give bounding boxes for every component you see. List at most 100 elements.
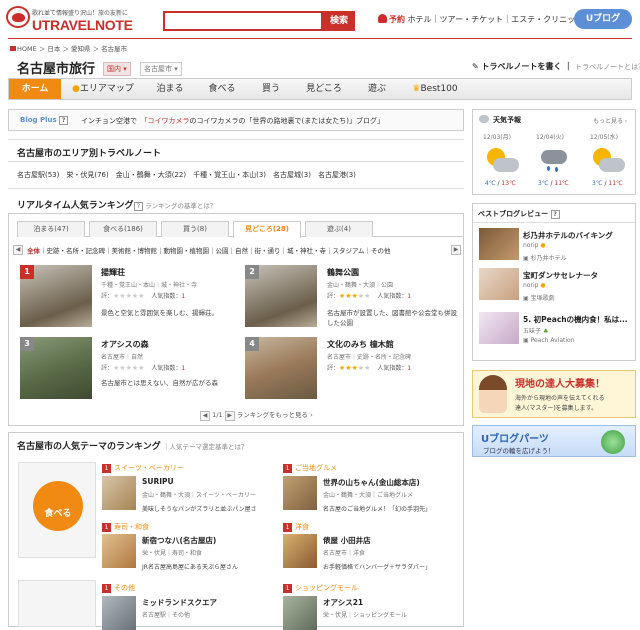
ranking-item-name[interactable]: 鶴舞公園 bbox=[327, 267, 359, 278]
page-prev-icon[interactable]: ◀ bbox=[200, 411, 210, 421]
search-button[interactable]: 検索 bbox=[323, 11, 355, 31]
area-link[interactable]: 千種・覚王山・本山(3) bbox=[193, 171, 266, 179]
breadcrumb-home[interactable]: HOME bbox=[17, 45, 37, 53]
help-icon[interactable]: ? bbox=[59, 116, 69, 125]
theme-category[interactable]: 1 ご当地グルメ bbox=[283, 463, 337, 473]
header-divider bbox=[8, 38, 632, 39]
area-link[interactable]: 名古屋港(3) bbox=[318, 171, 356, 179]
blog-plus-text[interactable]: インチョン空港で 「コイワカメラのコイワカメラの「世界の路地裏で(または女たち)… bbox=[81, 116, 384, 126]
subcat-item[interactable]: 自然 bbox=[235, 247, 248, 255]
subcat-item[interactable]: その他 bbox=[371, 247, 391, 255]
tab-play[interactable]: 遊ぶ(4) bbox=[305, 221, 373, 237]
blog-title[interactable]: 宝町ダンサセレナータ bbox=[523, 270, 598, 281]
nav-home[interactable]: ホーム bbox=[9, 79, 61, 99]
tab-sights[interactable]: 見どころ(28) bbox=[233, 221, 301, 238]
subcat-item[interactable]: 城・神社・寺 bbox=[287, 247, 326, 255]
area-link[interactable]: 名古屋駅(53) bbox=[17, 171, 59, 179]
page-next-icon[interactable]: ▶ bbox=[224, 411, 235, 421]
subcat-item[interactable]: 動物園・植物園 bbox=[164, 247, 210, 255]
blog-photo[interactable] bbox=[479, 228, 519, 260]
nav-stay[interactable]: 泊まる bbox=[149, 79, 191, 99]
domestic-tag[interactable]: 国内 ▾ bbox=[103, 62, 131, 76]
blog-user[interactable]: 五味子 ♣ bbox=[523, 326, 548, 335]
theme-photo[interactable] bbox=[283, 596, 317, 630]
nav-buy[interactable]: 買う bbox=[253, 79, 289, 99]
blog-source[interactable]: ▣ Peach Aviation bbox=[523, 337, 575, 344]
pin-icon: ● bbox=[72, 84, 80, 94]
tab-eat[interactable]: 食べる(186) bbox=[89, 221, 157, 237]
area-link[interactable]: 金山・鶴舞・大須(22) bbox=[116, 171, 186, 179]
help-icon[interactable]: ? bbox=[550, 210, 560, 219]
search-input[interactable] bbox=[163, 11, 323, 31]
blog-photo[interactable] bbox=[479, 312, 519, 344]
theme-category[interactable]: 1 スイーツ・ベーカリー bbox=[102, 463, 184, 473]
theme-item-name[interactable]: 俵屋 小田井店 bbox=[323, 535, 371, 546]
logo-text: UTRAVELNOTE bbox=[32, 17, 133, 33]
blog-user[interactable]: norip ● bbox=[523, 282, 546, 289]
subcat-item[interactable]: 公園 bbox=[216, 247, 229, 255]
write-note-help[interactable]: トラベルノートとは？ bbox=[575, 63, 640, 71]
blog-title[interactable]: 5. 初Peachの機内食！私は... bbox=[523, 314, 628, 325]
theme-photo[interactable] bbox=[102, 476, 136, 510]
blog-user[interactable]: norip ● bbox=[523, 242, 546, 249]
weather-more-link[interactable]: もっと見る › bbox=[593, 116, 627, 125]
nav-area-map[interactable]: ●エリアマップ bbox=[67, 79, 139, 99]
reserve-link[interactable]: 予約 bbox=[389, 15, 405, 24]
subcat-item[interactable]: スタジアム bbox=[333, 247, 365, 255]
subcat-item[interactable]: 史跡・名所・記念碑 bbox=[47, 247, 106, 255]
theme-category-card[interactable] bbox=[18, 580, 96, 627]
theme-photo[interactable] bbox=[283, 476, 317, 510]
theme-item-name[interactable]: SURIPU bbox=[142, 477, 174, 486]
breadcrumb: HOME ＞ 日本 ＞ 愛知県 ＞ 名古屋市 bbox=[10, 43, 127, 53]
este-link[interactable]: エステ・クリニック bbox=[511, 15, 583, 24]
area-link[interactable]: 名古屋城(3) bbox=[273, 171, 311, 179]
theme-criteria-link[interactable]: ｜人気テーマ選定基準とは？ bbox=[163, 441, 248, 451]
weather-date: 12/05(水) bbox=[590, 134, 618, 141]
ranking-item-name[interactable]: オアシスの森 bbox=[101, 339, 149, 350]
nav-sights[interactable]: 見どころ bbox=[299, 79, 349, 99]
hotel-link[interactable]: ホテル bbox=[408, 15, 432, 24]
ranking-item-name[interactable]: 揚輝荘 bbox=[101, 267, 125, 278]
blog-source[interactable]: ▣ 杉乃井ホテル bbox=[523, 253, 567, 262]
next-arrow-icon[interactable]: ▶ bbox=[451, 245, 461, 255]
site-logo[interactable]: 歌れ並て情報盛り沢山！旅の友新に UTRAVELNOTE bbox=[6, 4, 158, 34]
prev-arrow-icon[interactable]: ◀ bbox=[13, 245, 23, 255]
theme-category[interactable]: 1 寿司・和食 bbox=[102, 522, 149, 532]
theme-item-name[interactable]: ミッドランドスクエア bbox=[142, 597, 217, 608]
nav-play[interactable]: 遊ぶ bbox=[359, 79, 395, 99]
subcat-all[interactable]: 全体 bbox=[27, 247, 40, 255]
tour-link[interactable]: ツアー・チケット bbox=[440, 15, 504, 24]
ublog-parts-banner[interactable]: Uブログパーツ ブログの輪を広げよう！ bbox=[472, 425, 636, 457]
theme-category[interactable]: 1 洋食 bbox=[283, 522, 309, 532]
theme-photo[interactable] bbox=[102, 534, 136, 568]
theme-category[interactable]: 1 ショッピングモール bbox=[283, 583, 358, 593]
theme-photo[interactable] bbox=[283, 534, 317, 568]
more-ranking-link[interactable]: ランキングをもっと見る › bbox=[237, 411, 313, 419]
rank-badge: 1 bbox=[20, 265, 34, 279]
ranking-item-name[interactable]: 文化のみち 橦木館 bbox=[327, 339, 394, 350]
subcat-item[interactable]: 街・通り bbox=[255, 247, 281, 255]
blog-photo[interactable] bbox=[479, 268, 519, 300]
ublog-button[interactable]: Uブログ bbox=[574, 9, 632, 29]
theme-category-card[interactable]: 食べる bbox=[18, 462, 96, 558]
tab-stay[interactable]: 泊まる(47) bbox=[17, 221, 85, 237]
city-select[interactable]: 名古屋市 ▾ bbox=[140, 62, 182, 76]
area-link[interactable]: 栄・伏見(76) bbox=[66, 171, 108, 179]
breadcrumb-japan[interactable]: 日本 bbox=[47, 45, 60, 53]
nav-best100[interactable]: ♛Best100 bbox=[405, 79, 465, 99]
theme-category[interactable]: 1 その他 bbox=[102, 583, 135, 593]
theme-item-name[interactable]: 新宿つな八(名古屋店) bbox=[142, 535, 216, 546]
subcat-item[interactable]: 美術館・博物館 bbox=[112, 247, 158, 255]
ranking-criteria-link[interactable]: ? ランキングの基準とは？ bbox=[134, 200, 216, 211]
breadcrumb-aichi[interactable]: 愛知県 bbox=[71, 45, 91, 53]
blog-title[interactable]: 杉乃井ホテルのバイキング bbox=[523, 230, 613, 241]
write-note-link[interactable]: ✎ トラベルノートを書く ｜ トラベルノートとは？ bbox=[472, 61, 640, 72]
master-recruit-banner[interactable]: 現地の達人大募集！ 海外から現地の声を伝えてくれる 達人(マスター)を募集します… bbox=[472, 370, 636, 418]
theme-item-name[interactable]: 世界の山ちゃん(金山総本店) bbox=[323, 477, 420, 488]
tab-buy[interactable]: 買う(8) bbox=[161, 221, 229, 237]
nav-eat[interactable]: 食べる bbox=[201, 79, 243, 99]
divider bbox=[8, 139, 464, 140]
theme-photo[interactable] bbox=[102, 596, 136, 630]
blog-source[interactable]: ▣ 宝塚歌劇 bbox=[523, 293, 555, 302]
theme-item-name[interactable]: オアシス21 bbox=[323, 597, 363, 608]
